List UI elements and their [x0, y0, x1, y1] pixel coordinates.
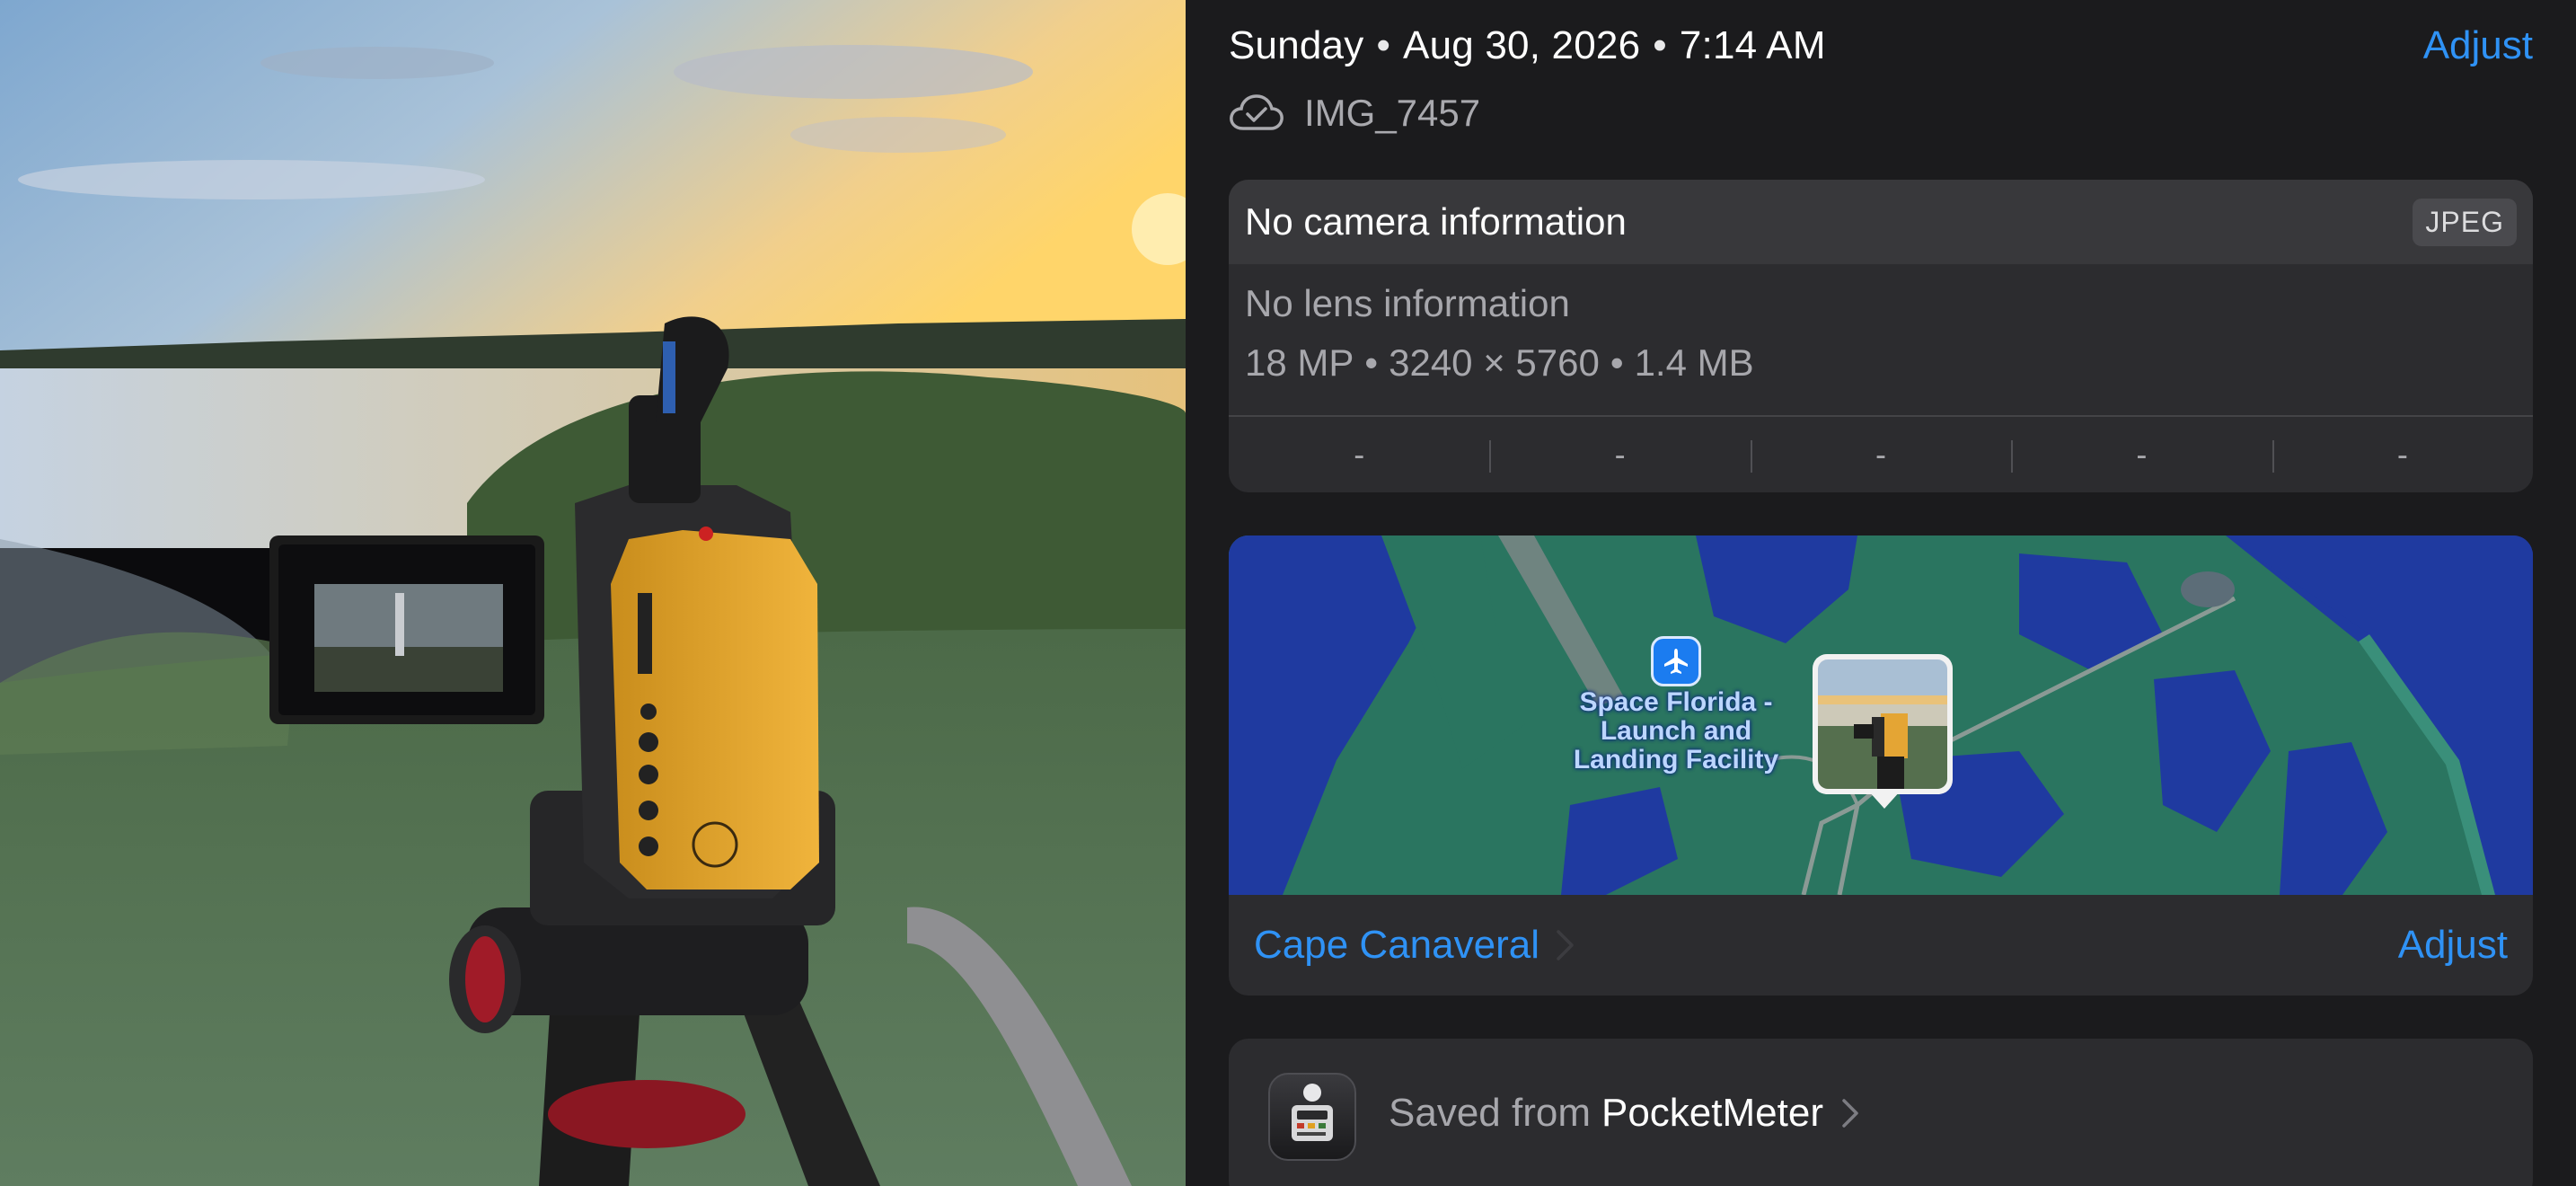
format-badge: JPEG	[2413, 198, 2517, 246]
saved-from-label: Saved from PocketMeter	[1389, 1091, 1859, 1136]
image-dimensions: 3240 × 5760	[1389, 341, 1600, 384]
file-size: 1.4 MB	[1634, 341, 1754, 384]
photo-location-pin[interactable]	[1813, 654, 1953, 794]
adjust-location-button[interactable]: Adjust	[2398, 923, 2508, 968]
megapixels: 18 MP	[1245, 341, 1354, 384]
location-map[interactable]: Space Florida - Launch and Landing Facil…	[1229, 535, 2533, 895]
exif-iso: -	[1354, 436, 1365, 473]
capture-time: 7:14 AM	[1679, 23, 1826, 67]
light-meter-app-icon	[1268, 1073, 1356, 1161]
poi-label-line: Landing Facility	[1573, 745, 1779, 774]
file-info-row: IMG_7457	[1229, 88, 1480, 138]
info-panel: Sunday • Aug 30, 2026 • 7:14 AM Adjust IMG_7…	[1186, 0, 2576, 1186]
capture-day: Sunday	[1229, 23, 1364, 67]
location-footer: Cape Canaveral Adjust	[1229, 895, 2533, 996]
exif-aperture: -	[2011, 417, 2272, 492]
separator-dot: •	[1376, 23, 1391, 67]
photo-thumbnail	[1818, 659, 1947, 789]
camera-info-header: No camera information JPEG	[1229, 180, 2533, 264]
exif-exposure-bias: -	[1750, 417, 2011, 492]
lens-info: No lens information	[1245, 282, 1570, 324]
exif-focal-length: -	[1489, 417, 1750, 492]
icloud-check-icon	[1230, 94, 1284, 130]
capture-datetime: Sunday • Aug 30, 2026 • 7:14 AM	[1229, 23, 1826, 68]
poi-label[interactable]: Space Florida - Launch and Landing Facil…	[1516, 688, 1836, 774]
location-link[interactable]: Cape Canaveral	[1254, 923, 1575, 968]
location-name: Cape Canaveral	[1254, 923, 1539, 967]
location-card: Space Florida - Launch and Landing Facil…	[1229, 535, 2533, 996]
separator-dot: •	[1610, 341, 1624, 384]
saved-from-prefix: Saved from	[1389, 1091, 1591, 1135]
camera-info-card: No camera information JPEG No lens infor…	[1229, 180, 2533, 492]
airplane-icon[interactable]	[1651, 636, 1701, 686]
poi-label-line: Launch and	[1600, 716, 1752, 746]
exif-shutter-speed: -	[2272, 417, 2533, 492]
file-name: IMG_7457	[1304, 92, 1481, 134]
poi-label-line: Space Florida -	[1579, 687, 1773, 717]
app-glyph	[1292, 1084, 1333, 1141]
separator-dot: •	[1653, 23, 1667, 67]
separator-dot: •	[1364, 341, 1379, 384]
chevron-right-icon	[1842, 1099, 1858, 1128]
airplane-glyph	[1664, 649, 1688, 674]
capture-date: Aug 30, 2026	[1403, 23, 1641, 67]
source-app-name: PocketMeter	[1601, 1091, 1823, 1135]
camera-model: No camera information	[1245, 200, 1627, 243]
image-specs: 18 MP • 3240 × 5760 • 1.4 MB	[1245, 341, 1754, 385]
photo-image	[0, 0, 1186, 1186]
adjust-date-button[interactable]: Adjust	[2423, 23, 2533, 68]
photo-viewer[interactable]	[0, 0, 1186, 1186]
exif-row: - - - - -	[1229, 417, 2533, 492]
pin-pointer	[1868, 791, 1901, 809]
saved-from-card[interactable]: Saved from PocketMeter	[1229, 1039, 2533, 1186]
chevron-right-icon	[1557, 930, 1574, 960]
